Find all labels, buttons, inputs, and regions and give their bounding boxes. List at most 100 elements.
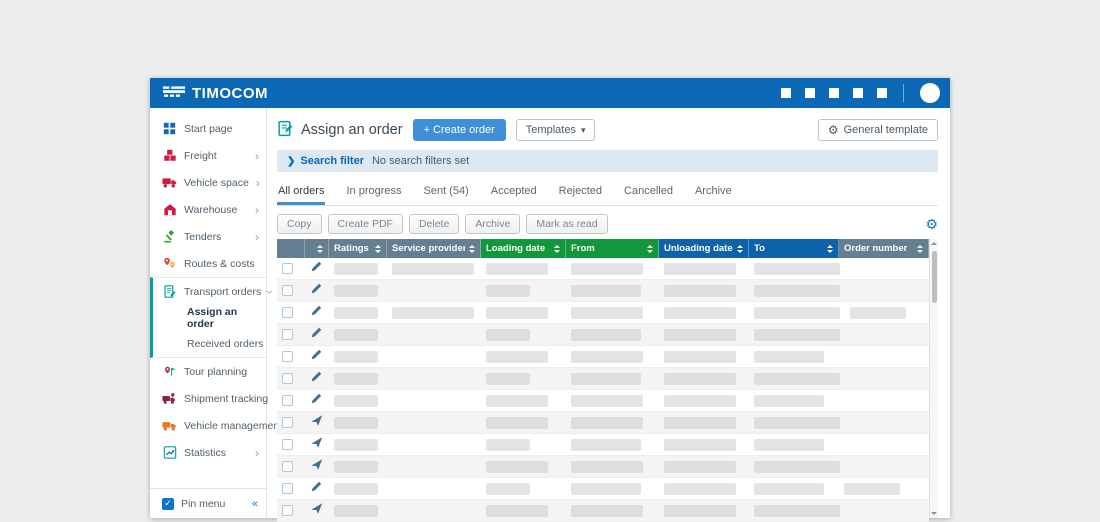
send-icon[interactable] [310, 436, 323, 454]
send-icon[interactable] [310, 458, 323, 476]
scroll-down-icon[interactable] [931, 512, 937, 515]
column-header-from[interactable]: From [566, 239, 659, 258]
tab-rejected[interactable]: Rejected [558, 185, 603, 205]
pencil-icon[interactable] [310, 392, 323, 410]
scrollbar-thumb[interactable] [932, 251, 937, 303]
table-row[interactable] [277, 368, 929, 390]
pin-menu-checkbox[interactable]: ✓ [162, 498, 174, 510]
search-filter-toggle[interactable]: ❯ Search filter [287, 155, 364, 167]
titlebar-app-icon[interactable] [877, 88, 887, 98]
titlebar-app-icon[interactable] [853, 88, 863, 98]
table-row[interactable] [277, 500, 929, 522]
row-checkbox[interactable] [282, 439, 293, 450]
general-template-button[interactable]: ⚙ General template [818, 119, 938, 141]
row-checkbox[interactable] [282, 461, 293, 472]
sidebar-item-shipment-tracking[interactable]: Shipment tracking [150, 385, 266, 412]
table-row[interactable] [277, 412, 929, 434]
sort-icon[interactable] [647, 245, 653, 253]
row-checkbox[interactable] [282, 373, 293, 384]
row-checkbox[interactable] [282, 483, 293, 494]
pencil-icon[interactable] [310, 282, 323, 300]
row-checkbox[interactable] [282, 329, 293, 340]
sidebar-item-warehouse[interactable]: Warehouse› [150, 196, 266, 223]
row-checkbox[interactable] [282, 307, 293, 318]
scroll-up-icon[interactable] [931, 242, 937, 245]
row-checkbox[interactable] [282, 417, 293, 428]
send-icon[interactable] [310, 502, 323, 520]
brand-logo[interactable]: TIMOCOM [162, 84, 268, 103]
sort-icon[interactable] [737, 245, 743, 253]
row-checkbox[interactable] [282, 351, 293, 362]
sidebar-subitem-assign-an-order[interactable]: Assign an order [153, 305, 266, 331]
pencil-icon[interactable] [310, 348, 323, 366]
sidebar-item-label: Start page [184, 123, 232, 135]
pencil-icon[interactable] [310, 260, 323, 278]
titlebar-app-icon[interactable] [829, 88, 839, 98]
column-header-edit[interactable] [305, 239, 329, 258]
search-filter-bar[interactable]: ❯ Search filter No search filters set [277, 150, 938, 172]
sort-icon[interactable] [827, 245, 833, 253]
chevron-down-icon: ▾ [581, 125, 586, 136]
table-row[interactable] [277, 478, 929, 500]
avatar[interactable] [920, 83, 940, 103]
tab-sent-54-[interactable]: Sent (54) [423, 185, 470, 205]
row-checkbox[interactable] [282, 263, 293, 274]
sort-icon[interactable] [375, 245, 381, 253]
send-icon[interactable] [310, 414, 323, 432]
collapse-sidebar-icon[interactable]: « [252, 498, 258, 510]
column-header-to[interactable]: To [749, 239, 839, 258]
sidebar-item-vehicle-management[interactable]: Vehicle management› [150, 412, 266, 439]
table-row[interactable] [277, 456, 929, 478]
tab-all-orders[interactable]: All orders [277, 185, 325, 205]
sort-icon[interactable] [917, 245, 923, 253]
sidebar-item-freight[interactable]: Freight› [150, 142, 266, 169]
tab-archive[interactable]: Archive [694, 185, 733, 205]
sidebar-item-start-page[interactable]: Start page [150, 115, 266, 142]
delete-button[interactable]: Delete [409, 214, 459, 234]
row-checkbox[interactable] [282, 285, 293, 296]
row-checkbox[interactable] [282, 395, 293, 406]
templates-dropdown[interactable]: Templates ▾ [516, 119, 596, 141]
pin-menu[interactable]: ✓Pin menu« [150, 488, 266, 518]
sidebar-item-vehicle-space[interactable]: Vehicle space› [150, 169, 266, 196]
tab-in-progress[interactable]: In progress [345, 185, 402, 205]
sort-icon[interactable] [317, 245, 323, 253]
table-row[interactable] [277, 258, 929, 280]
table-row[interactable] [277, 434, 929, 456]
table-row[interactable] [277, 302, 929, 324]
sort-icon[interactable] [469, 245, 475, 253]
tab-accepted[interactable]: Accepted [490, 185, 538, 205]
row-checkbox[interactable] [282, 505, 293, 516]
column-header-ratings[interactable]: Ratings [329, 239, 387, 258]
create-order-button[interactable]: + Create order [413, 119, 506, 141]
create-pdf-button[interactable]: Create PDF [328, 214, 403, 234]
copy-button[interactable]: Copy [277, 214, 322, 234]
vertical-scrollbar[interactable] [929, 239, 938, 518]
pencil-icon[interactable] [310, 304, 323, 322]
column-header-provider[interactable]: Service provider [387, 239, 481, 258]
mark-as-read-button[interactable]: Mark as read [526, 214, 607, 234]
sidebar-item-tour-planning[interactable]: Tour planning [150, 358, 266, 385]
pencil-icon[interactable] [310, 370, 323, 388]
titlebar-app-icon[interactable] [781, 88, 791, 98]
sidebar-item-transport-orders[interactable]: Transport orders› [153, 278, 266, 305]
sidebar-subitem-received-orders[interactable]: Received orders [153, 331, 266, 357]
sidebar-item-statistics[interactable]: Statistics› [150, 439, 266, 466]
column-header-unloading[interactable]: Unloading date [659, 239, 749, 258]
column-header-order[interactable]: Order number [839, 239, 929, 258]
sidebar-item-routes-costs[interactable]: Routes & costs [150, 250, 266, 277]
sort-icon[interactable] [554, 245, 560, 253]
table-row[interactable] [277, 346, 929, 368]
data-placeholder [754, 373, 840, 385]
archive-button[interactable]: Archive [465, 214, 520, 234]
table-row[interactable] [277, 324, 929, 346]
titlebar-app-icon[interactable] [805, 88, 815, 98]
column-header-loading[interactable]: Loading date [481, 239, 566, 258]
table-settings-gear-icon[interactable]: ⚙ [925, 217, 938, 231]
pencil-icon[interactable] [310, 326, 323, 344]
sidebar-item-tenders[interactable]: Tenders› [150, 223, 266, 250]
table-row[interactable] [277, 390, 929, 412]
pencil-icon[interactable] [310, 480, 323, 498]
table-row[interactable] [277, 280, 929, 302]
tab-cancelled[interactable]: Cancelled [623, 185, 674, 205]
